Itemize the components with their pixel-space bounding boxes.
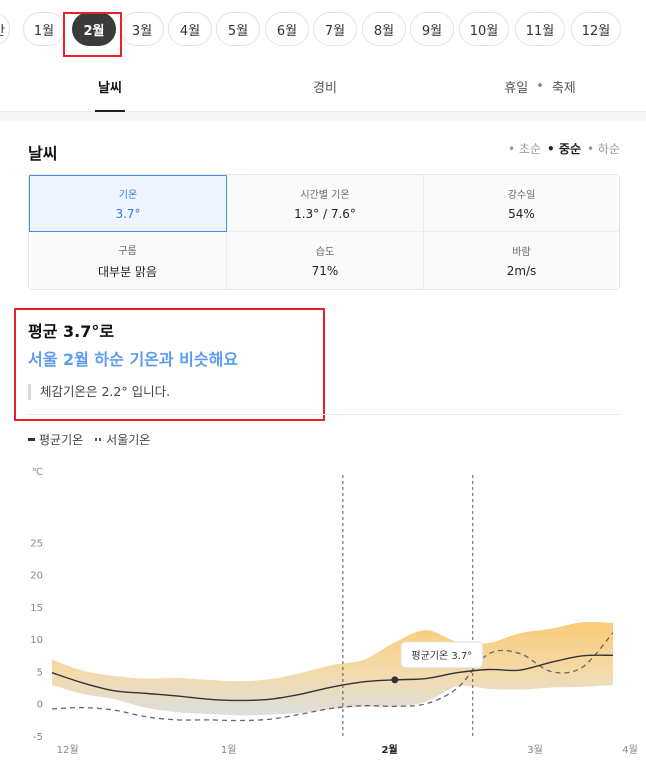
stat-label: 습도 xyxy=(315,247,335,258)
month-pill-sep[interactable]: 9월 xyxy=(410,12,454,46)
stat-wind[interactable]: 바람 2m/s xyxy=(424,232,619,289)
tab-cost[interactable]: 경비 xyxy=(275,60,375,112)
section-title: 날씨 xyxy=(28,144,58,163)
tooltip-text: 평균기온 3.7° xyxy=(411,650,472,662)
month-pill-oct[interactable]: 10월 xyxy=(459,12,509,46)
month-pill-may[interactable]: 5월 xyxy=(216,12,260,46)
tab-festival-label: 축제 xyxy=(551,80,576,96)
category-tabs: 날씨 경비 휴일 • 축제 xyxy=(0,60,646,112)
stat-label: 기온 xyxy=(118,190,138,201)
stat-label: 시간별 기온 xyxy=(300,189,350,201)
chart-legend: 평균기온 서울기온 xyxy=(28,431,150,448)
summary-feels-like: 체감기온은 2.2° 입니다. xyxy=(28,384,238,400)
stat-precipitation[interactable]: 강수일 54% xyxy=(424,175,619,232)
stat-label: 강수일 xyxy=(507,189,536,201)
stat-label: 구름 xyxy=(118,245,137,257)
summary-comparison: 서울 2월 하순 기온과 비슷해요 xyxy=(28,350,239,369)
tooltip: 평균기온 3.7° xyxy=(400,641,484,669)
legend-seoul: 서울기온 xyxy=(95,431,150,448)
tab-holiday-label: 휴일 xyxy=(504,80,529,96)
stat-value: 3.7° xyxy=(115,207,141,221)
month-pill-aug[interactable]: 8월 xyxy=(362,12,406,46)
y-tick-label: 20 xyxy=(30,571,43,582)
stat-value: 2m/s xyxy=(506,264,537,278)
summary-headline: 평균 3.7°로 xyxy=(28,322,115,341)
weather-stats-grid: 기온 3.7° 시간별 기온 1.3° / 7.6° 강수일 54% 구름 대부… xyxy=(28,174,620,290)
legend-avg: 평균기온 xyxy=(28,431,83,448)
x-ticks: 12월 1월 2월 3월 4월 xyxy=(57,744,638,756)
month-pill-feb[interactable]: 2월 xyxy=(72,12,116,46)
month-pill-jan[interactable]: 1월 xyxy=(23,12,65,46)
stat-value: 대부분 맑음 xyxy=(97,264,157,279)
section-divider xyxy=(0,112,646,122)
period-mid-label: 중순 xyxy=(558,142,581,156)
legend-solid-swatch xyxy=(28,438,35,441)
summary-divider xyxy=(28,414,620,415)
period-late[interactable]: • 하순 xyxy=(587,140,620,157)
y-axis-unit: ℃ xyxy=(32,467,43,478)
period-early[interactable]: • 초순 xyxy=(508,140,541,157)
legend-seoul-label: 서울기온 xyxy=(106,433,151,447)
month-selector: 간 1월 2월 3월 4월 5월 6월 7월 8월 9월 10월 11월 12월 xyxy=(0,0,646,60)
y-tick-label: 10 xyxy=(30,635,43,646)
stat-label: 바람 xyxy=(512,247,531,258)
stat-cloud[interactable]: 구름 대부분 맑음 xyxy=(29,232,227,289)
y-tick-label: -5 xyxy=(33,732,43,743)
x-tick-label: 2월 xyxy=(382,744,398,756)
y-tick-label: 25 xyxy=(30,538,43,549)
y-tick-label: 5 xyxy=(37,667,43,678)
period-early-label: 초순 xyxy=(518,142,542,156)
month-pill-dec[interactable]: 12월 xyxy=(571,12,621,46)
x-tick-label: 4월 xyxy=(622,744,638,756)
legend-dash-swatch xyxy=(95,438,103,441)
x-tick-label: 12월 xyxy=(57,744,79,756)
temperature-summary: 평균 3.7°로 서울 2월 하순 기온과 비슷해요 체감기온은 2.2° 입니… xyxy=(28,318,238,400)
tab-separator-dot: • xyxy=(536,78,544,94)
month-pill-jul[interactable]: 7월 xyxy=(313,12,357,46)
y-ticks: -5 0 5 10 15 20 25 xyxy=(30,538,43,743)
y-tick-label: 0 xyxy=(37,700,43,711)
month-pill-jun[interactable]: 6월 xyxy=(265,12,309,46)
stat-value: 71% xyxy=(311,264,339,278)
stat-humidity[interactable]: 습도 71% xyxy=(227,232,424,289)
stat-hourly-temperature[interactable]: 시간별 기온 1.3° / 7.6° xyxy=(227,175,424,232)
period-selector: • 초순 • 중순 • 하순 xyxy=(508,140,620,157)
x-tick-label: 1월 xyxy=(221,744,237,756)
period-mid[interactable]: • 중순 xyxy=(547,140,581,157)
tab-weather[interactable]: 날씨 xyxy=(60,60,160,112)
temperature-chart: ℃ -5 0 5 10 15 20 25 평균기온 3.7° 12월 1월 2월 3월 4월 xyxy=(30,467,638,756)
y-tick-label: 15 xyxy=(30,603,43,614)
tab-holiday-festival[interactable]: 휴일 • 축제 xyxy=(480,60,600,112)
period-late-label: 하순 xyxy=(597,142,620,156)
x-tick-label: 3월 xyxy=(527,744,543,756)
month-pill-prev[interactable]: 간 xyxy=(0,12,10,46)
month-pill-apr[interactable]: 4월 xyxy=(168,12,212,46)
stat-value: 54% xyxy=(508,206,535,221)
stat-value: 1.3° / 7.6° xyxy=(294,206,356,221)
stat-temperature[interactable]: 기온 3.7° xyxy=(29,175,227,232)
month-pill-nov[interactable]: 11월 xyxy=(515,12,565,46)
month-pill-mar[interactable]: 3월 xyxy=(120,12,164,46)
current-point-marker xyxy=(391,676,399,684)
legend-avg-label: 평균기온 xyxy=(39,433,84,447)
